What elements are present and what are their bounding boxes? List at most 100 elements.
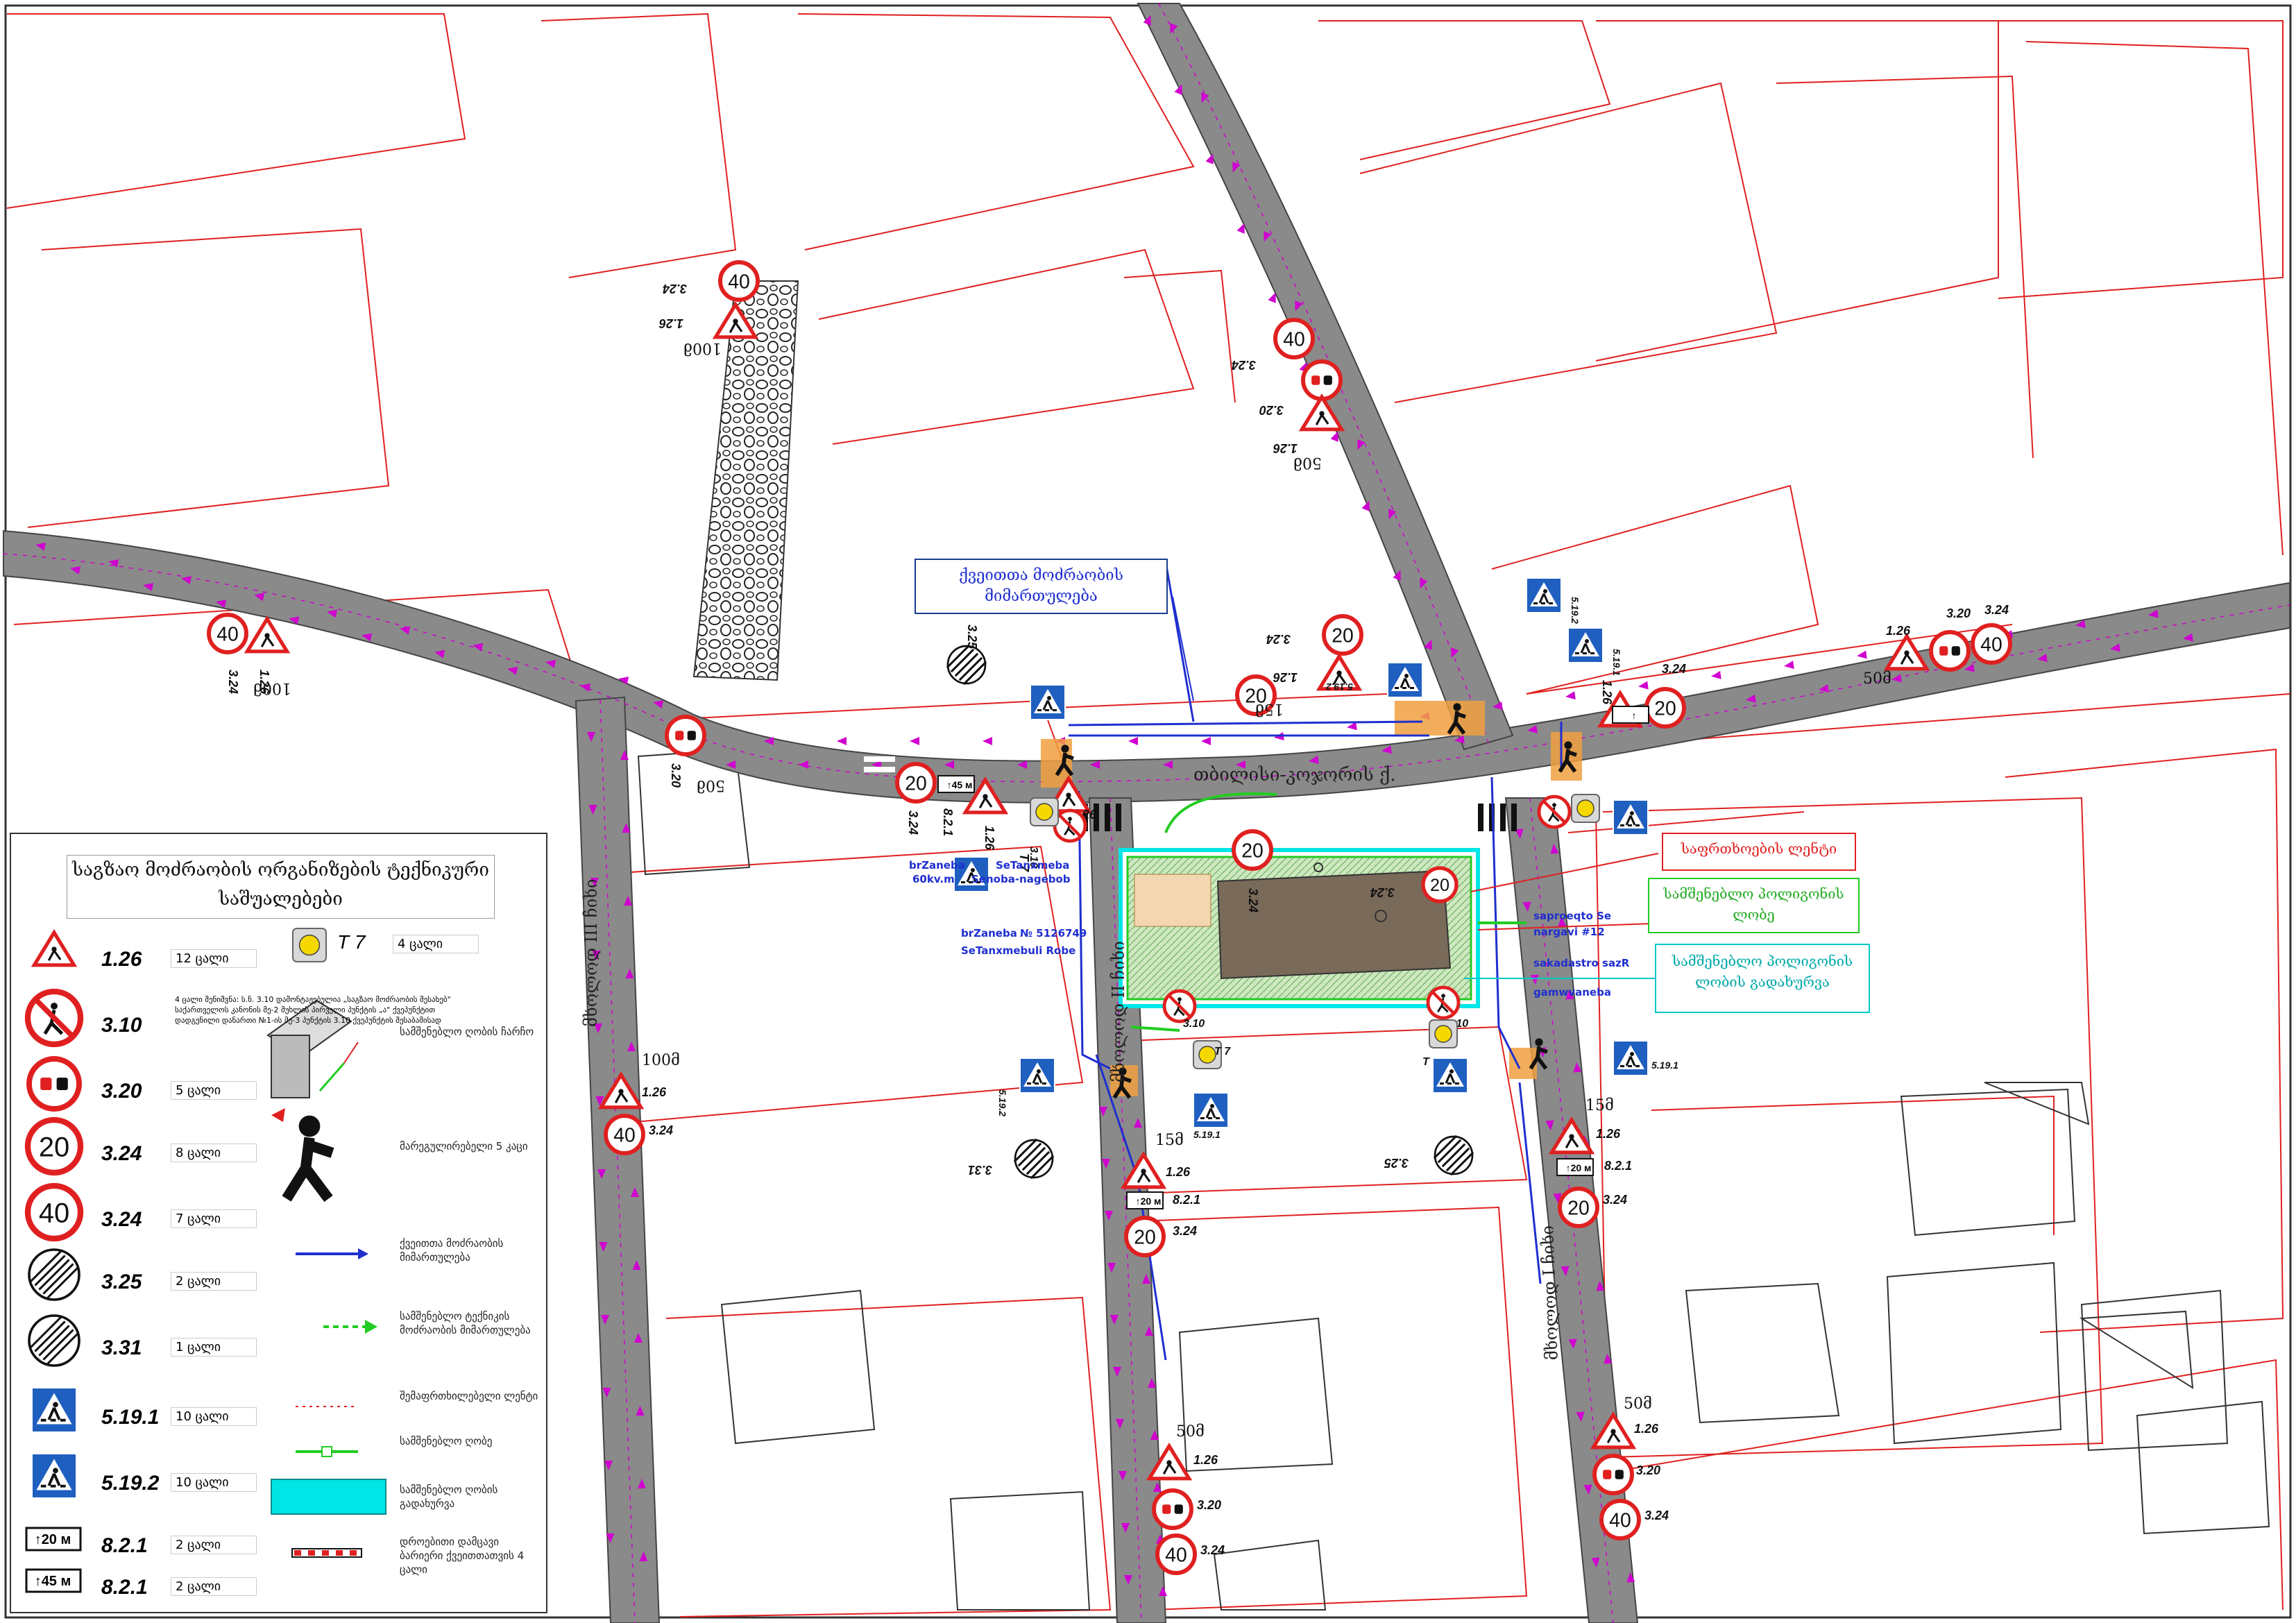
warning-lamp-icon	[1429, 1019, 1458, 1048]
direction-arrow-icon	[1201, 737, 1211, 745]
distance-label: 50მ	[1176, 1423, 1205, 1441]
speed-limit-sign-icon: 20	[895, 762, 937, 804]
sign-code-label: 3.24	[663, 282, 687, 296]
sign-code-label: 5.19.2	[1570, 597, 1581, 624]
direction-arrow-icon	[983, 737, 992, 745]
speed-limit-sign-icon: 20	[1644, 687, 1686, 729]
distance-label: 50მ	[1293, 454, 1322, 471]
direction-arrow-icon	[1128, 737, 1138, 745]
distance-label: 100მ	[642, 1052, 680, 1069]
sign-code-label: 3.24	[1266, 632, 1291, 646]
warning-lamp-icon	[1571, 794, 1600, 823]
sign-code-label: 5.19.2	[997, 1089, 1008, 1116]
sign-code-label: 8.2.1	[1604, 1159, 1632, 1173]
sign-code-label: 8.2.1	[1173, 1193, 1200, 1207]
sign-code-label: 1.26	[1273, 441, 1298, 455]
sign-code-label: 3.24	[1246, 888, 1260, 912]
end-restriction-sign-icon	[946, 644, 987, 686]
sign-code-label: 3.20	[1636, 1463, 1660, 1477]
legend-code: 3.24	[101, 1142, 142, 1165]
site-label: SeTanxmebuli Robe	[961, 944, 1075, 957]
svg-text:40: 40	[728, 271, 750, 293]
speed-limit-sign-icon: 40	[718, 260, 760, 302]
legend-code: 3.24	[101, 1208, 142, 1231]
legend-t7-code: T 7	[337, 931, 366, 953]
site-label: brZaneba	[961, 927, 1017, 940]
sign-code-label: 3.24	[226, 670, 240, 694]
no-overtaking-sign-icon	[1592, 1454, 1634, 1495]
distance-label: 15მ	[1585, 1097, 1614, 1114]
svg-text:↑45 м: ↑45 м	[947, 779, 973, 790]
building-footprint	[1216, 869, 1452, 980]
legend-right-text: შემაფრთხილებელი ლენტი	[400, 1390, 538, 1402]
sign-code-label: 3.24	[1603, 1193, 1627, 1207]
legend-count: 10 ცალი	[171, 1407, 257, 1426]
sign-code-label: 5.19.1	[1611, 649, 1622, 676]
legend-count: 10 ცალი	[171, 1473, 257, 1492]
legend-code: 8.2.1	[101, 1576, 148, 1599]
end-restriction-sign-icon	[1433, 1135, 1474, 1176]
svg-text:20: 20	[1134, 1226, 1156, 1248]
site-label: SeTanxmeba	[996, 859, 1069, 872]
sign-code-label: 3.20	[1259, 403, 1284, 417]
side-street-b-label: მხოლოდ II ჩიხი	[1109, 941, 1128, 1082]
sign-code-label: 3.25	[1384, 1156, 1409, 1170]
distance-label: 15მ	[1255, 700, 1284, 717]
site-label: 60kv.m	[912, 873, 955, 885]
no-pedestrians-sign-icon	[1162, 989, 1197, 1023]
crosswalk-black	[1082, 804, 1517, 831]
direction-arrow-icon	[837, 737, 847, 745]
direction-arrow-icon	[1638, 681, 1649, 690]
legend-count: 2 ცალი	[171, 1536, 257, 1554]
pedestrian-crossing-sign-icon	[1019, 1057, 1055, 1094]
speed-limit-sign-icon: 20	[1558, 1187, 1599, 1228]
direction-arrow-icon	[1274, 732, 1284, 740]
legend-count: 2 ცალი	[171, 1577, 257, 1596]
sign-code-label: 3.24	[906, 810, 920, 835]
sign-code-label: 1.26	[1193, 1453, 1218, 1467]
end-restriction-sign-icon	[1013, 1138, 1055, 1180]
sign-code-label: 1.26	[642, 1085, 667, 1099]
no-overtaking-sign-icon	[1929, 630, 1971, 672]
no-overtaking-sign-icon	[1301, 359, 1343, 401]
site-label: № 5126749	[1020, 927, 1087, 940]
speed-limit-sign-icon: 40	[1155, 1533, 1197, 1575]
svg-text:40: 40	[1165, 1544, 1187, 1566]
legend-right-text: მარეგულირებელი 5 კაცი	[400, 1140, 528, 1153]
pedestrian-crossing-sign-icon	[1613, 799, 1649, 835]
pedestrian-crossing-sign-icon	[1526, 577, 1562, 613]
legend-row: 3.24 8 ცალი	[32, 1128, 532, 1184]
distance-plate-icon: ↑20 м	[1126, 1191, 1164, 1209]
pedestrian-direction-note: ქვეითთა მოძრაობის მიმართულება	[915, 559, 1168, 614]
sign-code-label: 3.20	[1197, 1498, 1221, 1512]
distance-label: 50მ	[1863, 670, 1891, 688]
legend-row: 3.20 5 ცალი	[32, 1066, 532, 1121]
hazard-tape-note: საფრთხოების ლენტი	[1662, 833, 1856, 871]
legend-code: 1.26	[101, 948, 142, 971]
site-label: gamwvaneba	[1533, 986, 1611, 999]
warning-lamp-icon	[1030, 797, 1059, 826]
speed-limit-sign-icon: 40	[1599, 1499, 1641, 1540]
sign-code-label: 3.24	[1200, 1543, 1225, 1557]
sign-code-label: 3.20	[1946, 606, 1971, 620]
legend-count: 1 ცალი	[171, 1338, 257, 1357]
svg-text:40: 40	[1980, 634, 2002, 656]
construction-site	[1119, 848, 1480, 1008]
sign-code-label: 3.31	[968, 1163, 992, 1177]
road-works-sign-icon	[244, 615, 291, 654]
direction-arrow-icon	[1711, 670, 1721, 679]
speed-limit-sign-icon: 40	[207, 613, 248, 654]
distance-label: 50მ	[697, 776, 725, 794]
legend-panel: საგზაო მოძრაობის ორგანიზების ტექნიკური ს…	[10, 833, 547, 1613]
legend-code: 3.25	[101, 1271, 142, 1293]
sign-code-label: 5.19.1	[1193, 1129, 1221, 1140]
no-overtaking-sign-icon	[1152, 1488, 1193, 1530]
main-street-label: თბილისი-კოჯორის ქ.	[1193, 765, 1396, 785]
sign-code-label: 3.24	[1644, 1509, 1669, 1522]
legend-code: 3.31	[101, 1336, 142, 1359]
sign-code-label: 3.24	[649, 1123, 673, 1137]
sign-code-label: 3.24	[1370, 885, 1395, 899]
distance-label: 100მ	[253, 679, 291, 697]
legend-right-text: სამშენებლო ტექნიკის მოძრაობის მიმართულებ…	[400, 1310, 531, 1336]
distance-plate-icon: ↑45 м	[937, 775, 975, 793]
